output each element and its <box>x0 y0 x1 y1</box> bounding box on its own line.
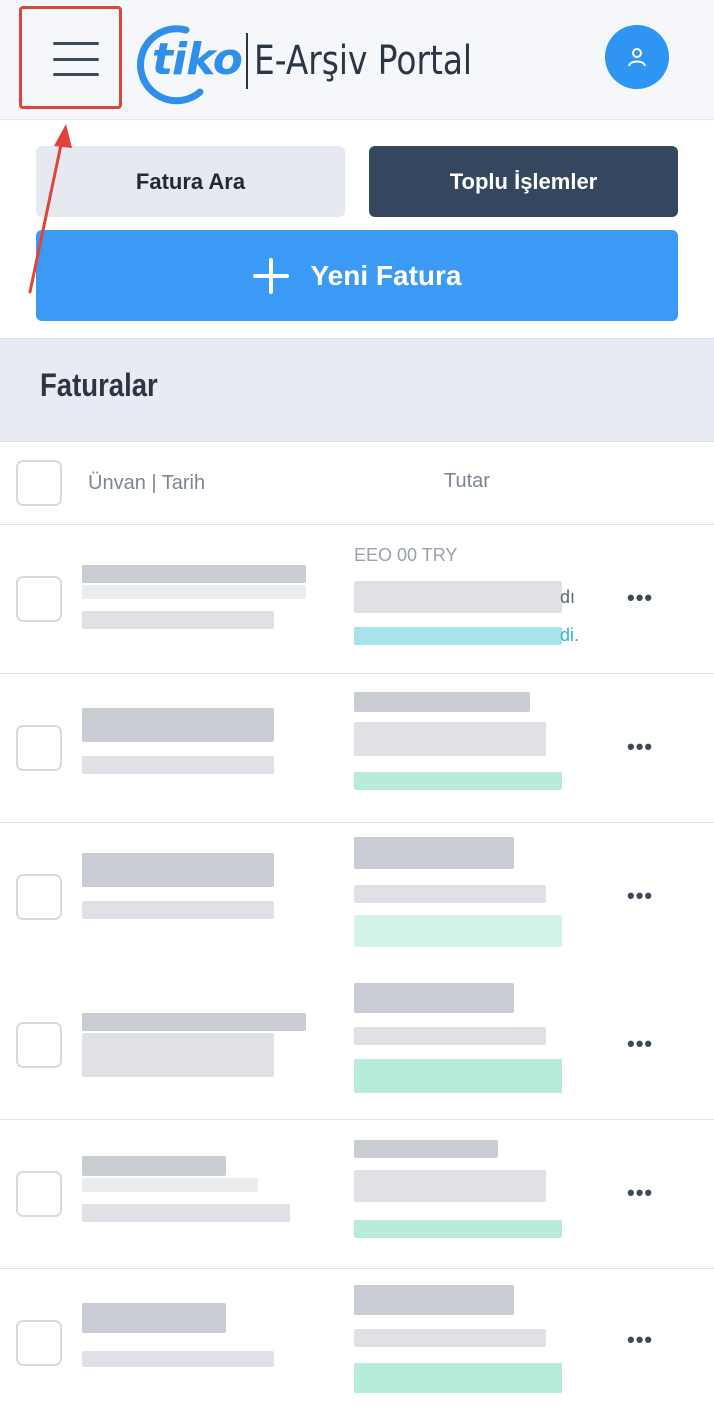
redacted-title <box>82 1013 306 1031</box>
redacted-amount <box>354 1170 546 1202</box>
select-all-checkbox[interactable] <box>16 460 62 506</box>
highlight-annotation <box>19 6 122 109</box>
redacted-date <box>82 611 274 629</box>
redacted-amount <box>354 1027 546 1045</box>
table-row[interactable]: ••• <box>0 823 714 972</box>
user-avatar[interactable] <box>605 25 669 89</box>
row-checkbox[interactable] <box>16 1022 62 1068</box>
more-horizontal-icon[interactable]: ••• <box>627 1327 653 1353</box>
more-horizontal-icon[interactable]: ••• <box>627 585 653 611</box>
row-status-link: di. <box>560 625 580 645</box>
user-icon <box>628 48 646 67</box>
redacted-amount <box>354 1285 514 1315</box>
redacted-date <box>82 901 274 919</box>
app-logo[interactable]: tiko E-Arşiv Portal <box>126 16 520 106</box>
redacted-title <box>82 1178 258 1192</box>
redacted-status <box>354 627 562 645</box>
more-horizontal-icon[interactable]: ••• <box>627 1031 653 1057</box>
row-checkbox[interactable] <box>16 725 62 771</box>
table-row[interactable]: ••• <box>0 1269 714 1413</box>
redacted-amount <box>354 837 514 869</box>
redacted-status <box>354 1059 562 1093</box>
redacted-title <box>82 1156 226 1176</box>
redacted-amount <box>354 1329 546 1347</box>
redacted-amount <box>354 581 562 613</box>
row-checkbox[interactable] <box>16 1320 62 1366</box>
plus-icon <box>252 257 289 294</box>
redacted-amount <box>354 1140 498 1158</box>
new-invoice-label: Yeni Fatura <box>310 259 462 291</box>
invoices-section-header: Faturalar <box>0 338 714 442</box>
bulk-actions-label: Toplu İşlemler <box>449 168 598 194</box>
redacted-amount <box>354 722 546 756</box>
logo-product-name: E-Arşiv Portal <box>254 38 473 84</box>
redacted-status <box>354 1363 562 1393</box>
redacted-date <box>82 756 274 774</box>
logo-mark: tiko <box>126 16 244 106</box>
table-row[interactable]: ••• <box>0 971 714 1120</box>
row-checkbox[interactable] <box>16 576 62 622</box>
redacted-date <box>82 1204 290 1222</box>
redacted-title <box>82 708 274 742</box>
more-horizontal-icon[interactable]: ••• <box>627 883 653 909</box>
redacted-status <box>354 1220 562 1238</box>
column-amount: Tutar <box>444 470 490 492</box>
redacted-date <box>82 1033 274 1077</box>
redacted-amount <box>354 983 514 1013</box>
redacted-amount <box>354 885 546 903</box>
redacted-title <box>82 1303 226 1333</box>
invoice-search-button[interactable]: Fatura Ara <box>36 146 345 217</box>
redacted-title <box>82 853 274 887</box>
more-horizontal-icon[interactable]: ••• <box>627 1180 653 1206</box>
table-row[interactable]: ••• <box>0 674 714 823</box>
redacted-amount <box>354 692 530 712</box>
redacted-amount-text: EEO 00 TRY <box>354 545 458 565</box>
invoice-search-label: Fatura Ara <box>135 168 246 194</box>
bulk-actions-button[interactable]: Toplu İşlemler <box>369 146 678 217</box>
redacted-status <box>354 915 562 947</box>
redacted-title <box>82 585 306 599</box>
row-checkbox[interactable] <box>16 874 62 920</box>
table-row[interactable]: EEO 00 TRY dı di. ••• <box>0 525 714 674</box>
table-header: Ünvan | Tarih Tutar <box>0 443 714 525</box>
more-horizontal-icon[interactable]: ••• <box>627 734 653 760</box>
redacted-date <box>82 1351 274 1367</box>
table-row[interactable]: ••• <box>0 1120 714 1269</box>
logo-separator <box>246 33 248 89</box>
row-status-text: dı <box>560 587 576 607</box>
redacted-status <box>354 772 562 790</box>
section-title: Faturalar <box>40 367 158 403</box>
row-checkbox[interactable] <box>16 1171 62 1217</box>
app-header: tiko E-Arşiv Portal <box>0 0 714 120</box>
new-invoice-button[interactable]: Yeni Fatura <box>36 230 678 321</box>
column-title-date: Ünvan | Tarih <box>88 472 206 494</box>
redacted-title <box>82 565 306 583</box>
logo-word: tiko <box>152 34 243 85</box>
